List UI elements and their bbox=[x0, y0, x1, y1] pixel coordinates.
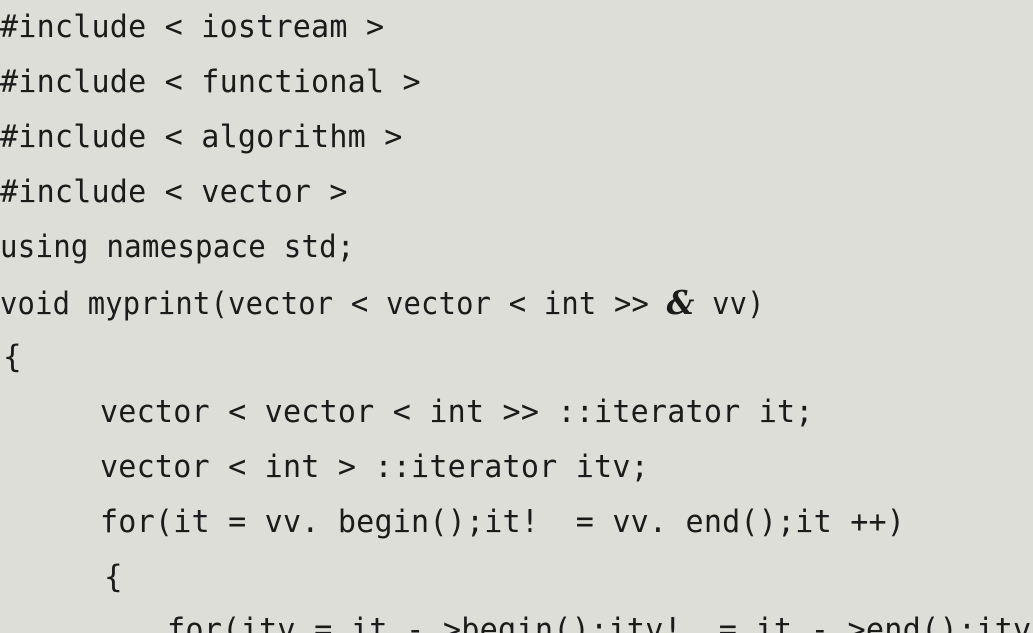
code-line: #include < vector > bbox=[0, 165, 1033, 220]
code-line-text: for(itv = it - >begin();itv! = it - >end… bbox=[167, 612, 1033, 633]
code-line-text: { bbox=[104, 559, 123, 595]
code-listing-page: #include < iostream > #include < function… bbox=[0, 0, 1033, 633]
code-line-text: { bbox=[3, 339, 22, 375]
code-line: { bbox=[0, 330, 1033, 385]
code-line: #include < algorithm > bbox=[0, 110, 1033, 165]
code-line-text: using namespace std; bbox=[0, 229, 355, 265]
code-line: for(it = vv. begin();it! = vv. end();it … bbox=[0, 495, 1033, 550]
code-line: for(itv = it - >begin();itv! = it - >end… bbox=[0, 603, 1033, 633]
code-line: vector < vector < int >> ::iterator it; bbox=[0, 385, 1033, 440]
code-line: vector < int > ::iterator itv; bbox=[0, 440, 1033, 495]
code-line-text: vector < int > ::iterator itv; bbox=[100, 449, 649, 485]
code-line: #include < functional > bbox=[0, 55, 1033, 110]
code-line-text: #include < iostream > bbox=[0, 9, 385, 45]
ampersand-glyph: & bbox=[666, 283, 695, 322]
code-line: #include < iostream > bbox=[0, 0, 1033, 55]
code-line-text: #include < vector > bbox=[0, 174, 348, 210]
code-line: using namespace std; bbox=[0, 220, 1033, 275]
code-line-text: for(it = vv. begin();it! = vv. end();it … bbox=[100, 504, 906, 540]
code-line: void myprint(vector < vector < int >> & … bbox=[0, 275, 1033, 330]
code-text-segment: void myprint(vector < vector < int >> bbox=[0, 286, 667, 322]
code-text-segment: vv) bbox=[694, 286, 765, 322]
code-line: { bbox=[0, 550, 1033, 605]
code-line-text: #include < functional > bbox=[0, 64, 421, 100]
code-line-text: vector < vector < int >> ::iterator it; bbox=[100, 394, 814, 430]
code-line-text: #include < algorithm > bbox=[0, 119, 403, 155]
code-line-text: void myprint(vector < vector < int >> & … bbox=[0, 275, 765, 332]
